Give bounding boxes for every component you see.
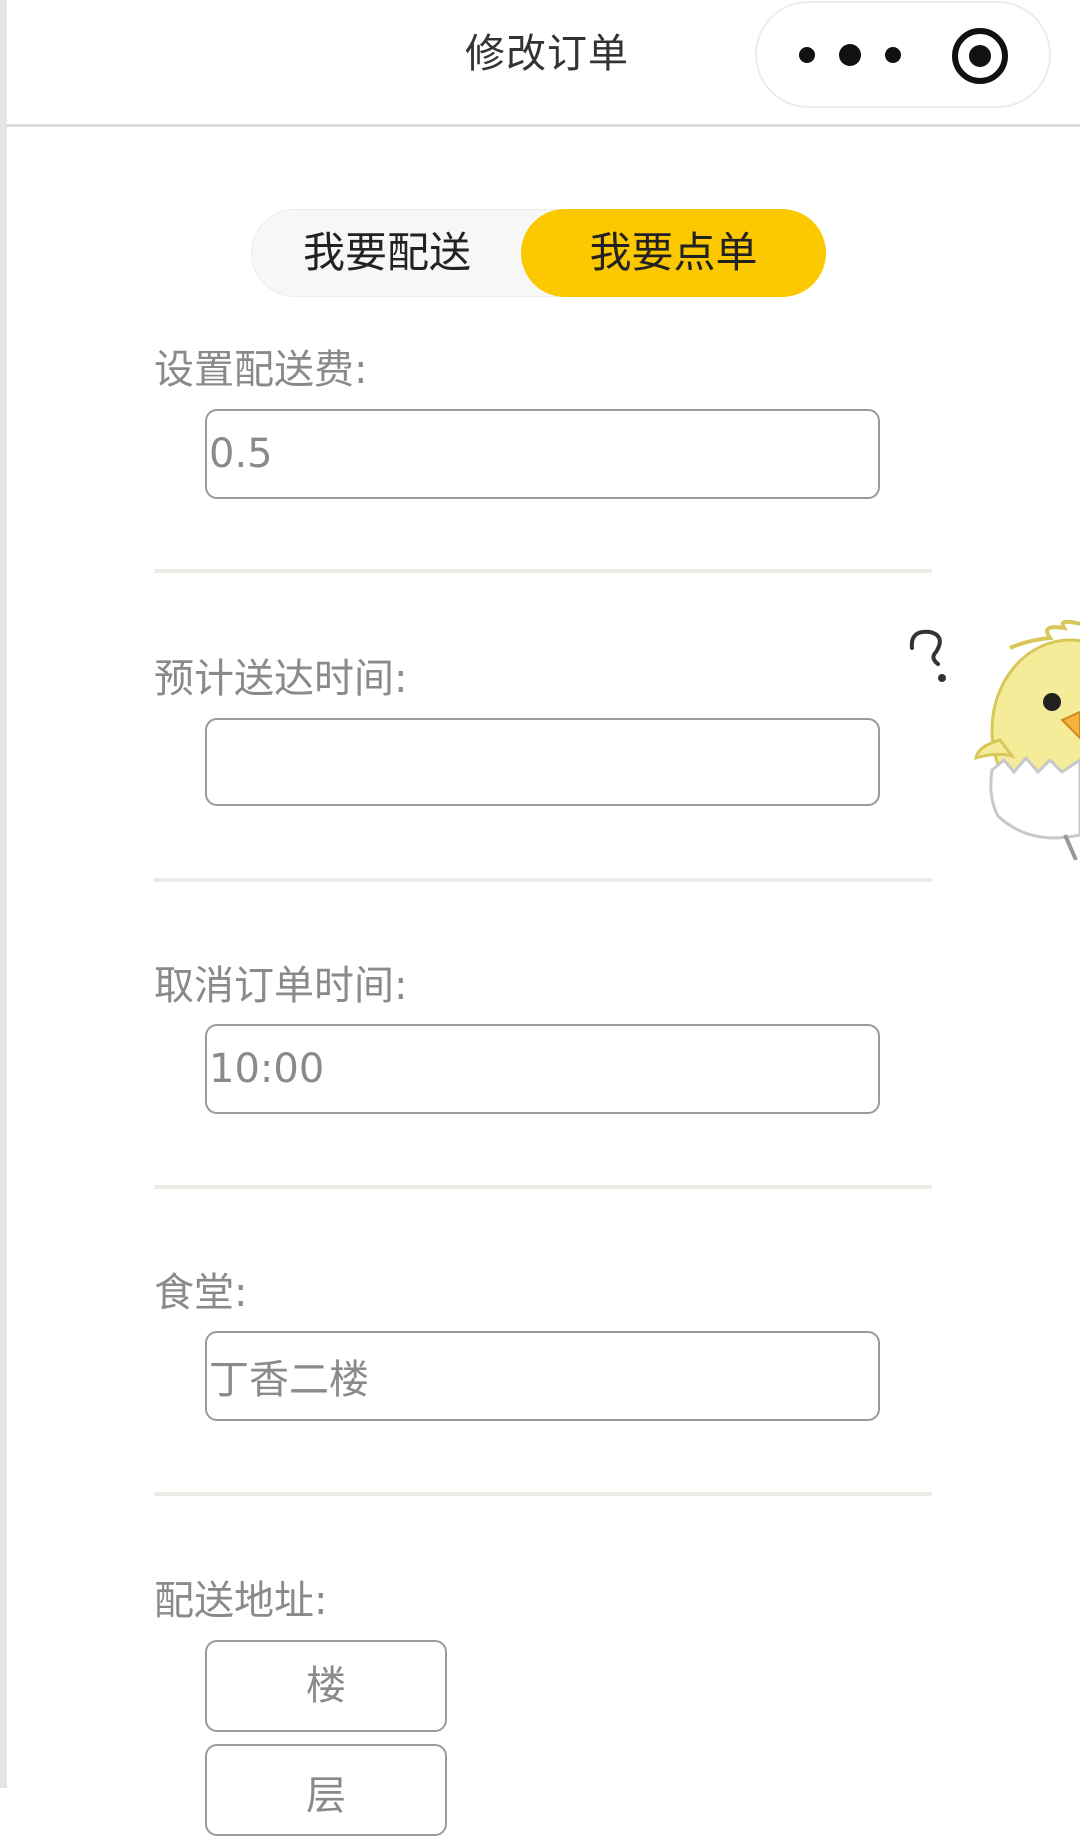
canteen-label: 食堂: [154,1270,248,1316]
menu-capsule [755,1,1051,108]
confused-chick-icon [909,620,1080,860]
divider [154,569,932,573]
divider [154,878,932,882]
tab-order[interactable]: 我要点单 [521,209,826,297]
building-input[interactable]: 楼 [205,1640,447,1732]
floor-input[interactable]: 层 [205,1744,447,1836]
tab-delivery[interactable]: 我要配送 [252,209,522,297]
cancel-time-input[interactable] [205,1024,880,1114]
cancel-time-label: 取消订单时间: [154,963,408,1009]
eta-input[interactable] [205,718,880,806]
mode-tabs: 我要配送 我要点单 [251,209,826,297]
eta-label: 预计送达时间: [154,656,408,702]
nav-bar: 修改订单 [7,0,1080,127]
more-dots-icon[interactable] [799,44,905,68]
delivery-fee-label: 设置配送费: [154,347,368,393]
divider [154,1492,932,1496]
address-label: 配送地址: [154,1578,328,1624]
delivery-fee-input[interactable] [205,409,880,499]
close-target-icon[interactable] [950,26,1010,86]
page-title: 修改订单 [465,31,629,77]
divider [154,1185,932,1189]
left-edge-strip [0,0,7,1788]
canteen-input[interactable] [205,1331,880,1421]
